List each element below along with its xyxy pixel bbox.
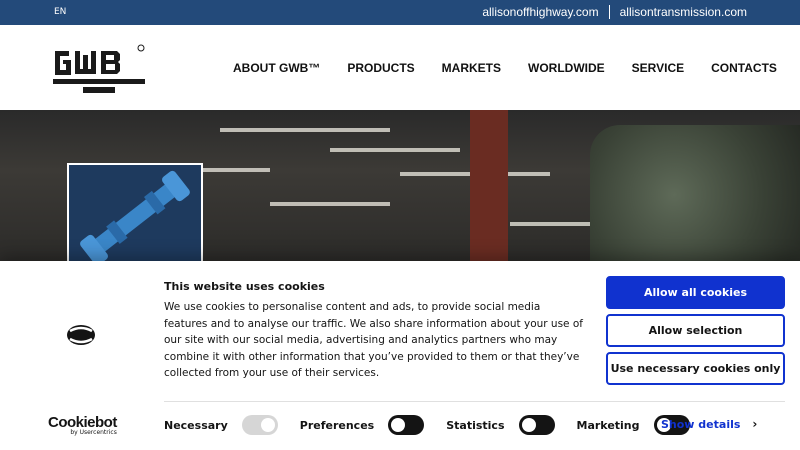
ceiling-light xyxy=(220,128,390,132)
top-utility-bar: EN allisonoffhighway.com allisontransmis… xyxy=(0,0,800,25)
gwb-logo[interactable] xyxy=(53,43,148,98)
hero-banner xyxy=(0,110,800,261)
allow-all-cookies-button[interactable]: Allow all cookies xyxy=(606,276,785,309)
necessary-only-button[interactable]: Use necessary cookies only xyxy=(606,352,785,385)
external-links: allisonoffhighway.com allisontransmissio… xyxy=(482,5,747,19)
site-header: ABOUT GWB™ PRODUCTS MARKETS WORLDWIDE SE… xyxy=(0,25,800,110)
language-selector[interactable]: EN xyxy=(54,7,66,17)
cookie-divider xyxy=(164,401,785,402)
nav-about[interactable]: ABOUT GWB™ xyxy=(233,61,320,75)
allow-selection-button[interactable]: Allow selection xyxy=(606,314,785,347)
toggle-label-preferences: Preferences xyxy=(299,418,375,432)
cookie-description: We use cookies to personalise content an… xyxy=(164,301,583,379)
product-image-frame[interactable] xyxy=(67,163,203,261)
show-details-label: Show details xyxy=(661,417,741,431)
link-allisonoffhighway[interactable]: allisonoffhighway.com xyxy=(482,5,598,19)
nav-markets[interactable]: MARKETS xyxy=(442,61,501,75)
nav-contacts[interactable]: CONTACTS xyxy=(711,61,777,75)
cookiebot-logo[interactable]: Cookiebot by Usercentrics xyxy=(48,414,117,436)
cardan-shaft-image xyxy=(69,165,201,261)
cookie-category-toggles: Necessary Preferences Statistics Marketi… xyxy=(164,415,712,435)
factory-pillar xyxy=(470,110,508,261)
ceiling-light xyxy=(510,222,590,226)
cookie-title: This website uses cookies xyxy=(164,280,325,293)
statistics-toggle[interactable] xyxy=(518,415,555,435)
industrial-machine xyxy=(590,125,800,261)
toggle-label-necessary: Necessary xyxy=(164,418,228,432)
necessary-toggle xyxy=(241,415,278,435)
show-details-link[interactable]: Show details › xyxy=(661,417,757,431)
cookiebot-icon xyxy=(67,325,95,345)
link-allisontransmission[interactable]: allisontransmission.com xyxy=(620,5,747,19)
chevron-right-icon: › xyxy=(752,417,758,431)
preferences-toggle[interactable] xyxy=(388,415,425,435)
nav-worldwide[interactable]: WORLDWIDE xyxy=(528,61,605,75)
main-navigation: ABOUT GWB™ PRODUCTS MARKETS WORLDWIDE SE… xyxy=(233,61,777,75)
toggle-label-marketing: Marketing xyxy=(576,418,640,432)
ceiling-light xyxy=(270,202,390,206)
toggle-label-statistics: Statistics xyxy=(446,418,505,432)
ceiling-light xyxy=(330,148,460,152)
nav-service[interactable]: SERVICE xyxy=(632,61,684,75)
nav-products[interactable]: PRODUCTS xyxy=(347,61,414,75)
link-separator xyxy=(608,5,610,19)
